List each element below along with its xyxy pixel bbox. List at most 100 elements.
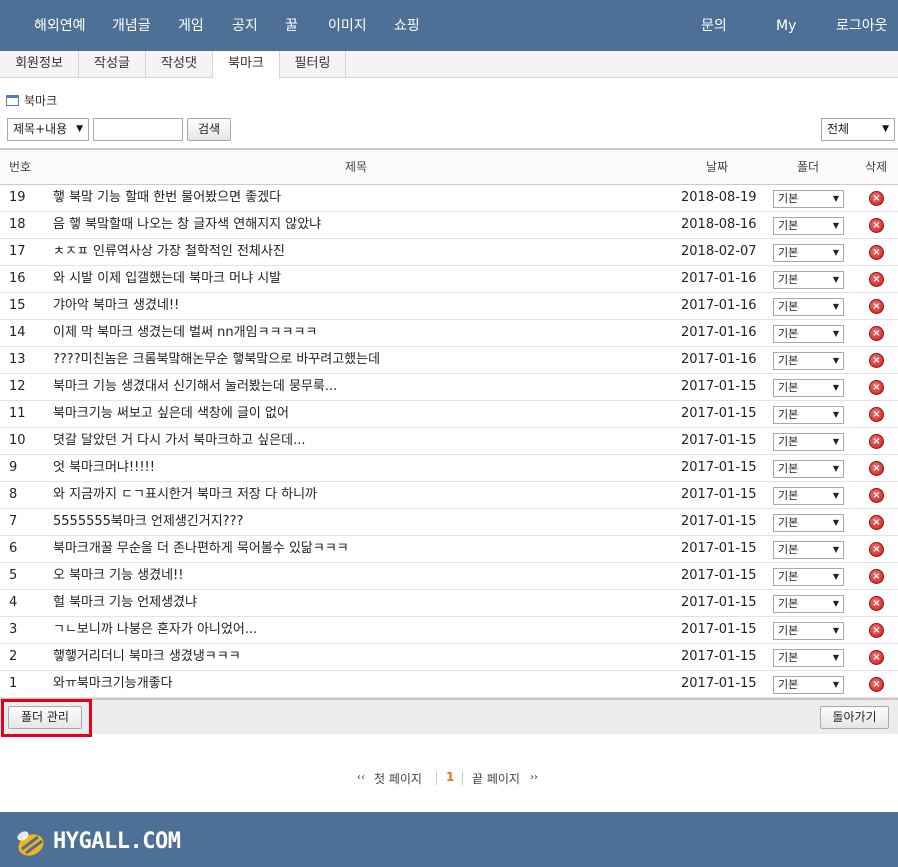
tab-my-posts[interactable]: 작성글: [79, 51, 146, 78]
row-title-link[interactable]: 북마크개꿀 무순을 더 존나편하게 묵어볼수 있닮ㅋㅋㅋ: [53, 536, 653, 562]
delete-icon[interactable]: ×: [869, 299, 884, 314]
row-folder-value: 기본: [778, 543, 799, 556]
delete-icon[interactable]: ×: [869, 353, 884, 368]
delete-icon[interactable]: ×: [869, 407, 884, 422]
row-title-link[interactable]: 오 북마크 기능 생겼네!!: [53, 563, 653, 589]
row-date: 2017-01-15: [681, 622, 757, 637]
row-title-link[interactable]: 와 시발 이제 입갤했는데 북마크 머냐 시발: [53, 266, 653, 292]
tab-my-comments[interactable]: 작성댓: [146, 51, 213, 78]
caret-down-icon: ▼: [832, 329, 839, 338]
row-folder-value: 기본: [778, 624, 799, 637]
row-folder-select[interactable]: 기본 ▼: [773, 379, 844, 397]
search-button[interactable]: 검색: [187, 118, 231, 141]
first-page-link[interactable]: 첫 페이지: [374, 770, 422, 787]
table-row: 19 햏 북맠 기능 할때 한번 물어봤으면 좋겠다 2018-08-19 기본 ▼ ×: [0, 185, 898, 212]
delete-icon[interactable]: ×: [869, 569, 884, 584]
delete-icon[interactable]: ×: [869, 272, 884, 287]
nav-item-inquiry[interactable]: 문의: [701, 0, 727, 51]
delete-icon[interactable]: ×: [869, 218, 884, 233]
caret-down-icon: ▼: [832, 518, 839, 527]
table-row: 5 오 북마크 기능 생겼네!! 2017-01-15 기본 ▼ ×: [0, 563, 898, 590]
search-input[interactable]: [93, 118, 183, 141]
delete-icon[interactable]: ×: [869, 191, 884, 206]
nav-item-my[interactable]: My: [776, 0, 796, 51]
row-folder-select[interactable]: 기본 ▼: [773, 298, 844, 316]
row-folder-select[interactable]: 기본 ▼: [773, 514, 844, 532]
row-folder-select[interactable]: 기본 ▼: [773, 352, 844, 370]
row-folder-select[interactable]: 기본 ▼: [773, 622, 844, 640]
row-folder-select[interactable]: 기본 ▼: [773, 460, 844, 478]
row-title-link[interactable]: ????미친놈은 크롬북맠해논무순 햏북맠으로 바꾸려고했는데: [53, 347, 653, 373]
row-folder-value: 기본: [778, 435, 799, 448]
row-title-link[interactable]: 헐 북마크 기능 언제생겼냐: [53, 590, 653, 616]
row-title-link[interactable]: 와 지금까지 ㄷㄱ표시한거 북마크 저장 다 하니까: [53, 482, 653, 508]
row-folder-select[interactable]: 기본 ▼: [773, 325, 844, 343]
row-title-link[interactable]: ㅊㅈㅍ 인류역사상 가장 철학적인 전체사진: [53, 239, 653, 265]
site-logo-text[interactable]: HYGALL.COM: [53, 829, 181, 854]
row-title-link[interactable]: 음 햏 북맠할때 나오는 창 글자색 연해지지 않았냐: [53, 212, 653, 238]
row-folder-select[interactable]: 기본 ▼: [773, 406, 844, 424]
row-title-link[interactable]: 뎟갈 달았던 거 다시 가서 북마크하고 싶은데...: [53, 428, 653, 454]
tab-bookmarks[interactable]: 북마크: [213, 51, 280, 79]
row-title-link[interactable]: 햏햏거리더니 북마크 생겼냉ㅋㅋㅋ: [53, 644, 653, 670]
col-date: 날짜: [706, 160, 729, 174]
nav-item-honey[interactable]: 꿀: [285, 0, 298, 51]
delete-icon[interactable]: ×: [869, 434, 884, 449]
delete-icon[interactable]: ×: [869, 677, 884, 692]
row-title-link[interactable]: 북마크 기능 생겼대서 신기해서 눌러봤는데 뭉무룩...: [53, 374, 653, 400]
table-row: 8 와 지금까지 ㄷㄱ표시한거 북마크 저장 다 하니까 2017-01-15 기본 ▼…: [0, 482, 898, 509]
row-title-link[interactable]: 햏 북맠 기능 할때 한번 물어봤으면 좋겠다: [53, 185, 653, 211]
delete-icon[interactable]: ×: [869, 380, 884, 395]
delete-icon[interactable]: ×: [869, 542, 884, 557]
row-folder-select[interactable]: 기본 ▼: [773, 649, 844, 667]
last-page-arrow-icon[interactable]: ››: [530, 772, 538, 783]
row-title-link[interactable]: 와ㅠ북마크기능개좋다: [53, 671, 653, 697]
nav-item-notice[interactable]: 공지: [232, 0, 258, 51]
first-page-arrow-icon[interactable]: ‹‹: [357, 772, 365, 783]
delete-icon[interactable]: ×: [869, 245, 884, 260]
nav-item-celebrity[interactable]: 해외연예: [34, 0, 86, 51]
delete-icon[interactable]: ×: [869, 461, 884, 476]
nav-item-concept[interactable]: 개념글: [112, 0, 151, 51]
row-date: 2017-01-16: [681, 352, 757, 367]
row-folder-select[interactable]: 기본 ▼: [773, 433, 844, 451]
back-button[interactable]: 돌아가기: [820, 706, 889, 729]
row-title-link[interactable]: 북마크기능 써보고 싶은데 색창에 글이 없어: [53, 401, 653, 427]
current-page[interactable]: 1: [446, 770, 454, 784]
row-folder-select[interactable]: 기본 ▼: [773, 244, 844, 262]
row-folder-select[interactable]: 기본 ▼: [773, 217, 844, 235]
delete-icon[interactable]: ×: [869, 596, 884, 611]
row-date: 2017-01-15: [681, 649, 757, 664]
row-title-link[interactable]: 갸아악 북마크 생겼네!!: [53, 293, 653, 319]
row-title-link[interactable]: 엇 북마크머냐!!!!!: [53, 455, 653, 481]
nav-item-shopping[interactable]: 쇼핑: [394, 0, 420, 51]
row-folder-select[interactable]: 기본 ▼: [773, 190, 844, 208]
last-page-link[interactable]: 끝 페이지: [472, 770, 520, 787]
delete-icon[interactable]: ×: [869, 650, 884, 665]
row-folder-select[interactable]: 기본 ▼: [773, 541, 844, 559]
row-title-link[interactable]: 5555555북마크 언제생긴거지???: [53, 509, 653, 535]
row-folder-select[interactable]: 기본 ▼: [773, 568, 844, 586]
nav-item-game[interactable]: 게임: [178, 0, 204, 51]
row-folder-select[interactable]: 기본 ▼: [773, 676, 844, 694]
delete-icon[interactable]: ×: [869, 326, 884, 341]
table-row: 2 햏햏거리더니 북마크 생겼냉ㅋㅋㅋ 2017-01-15 기본 ▼ ×: [0, 644, 898, 671]
table-row: 3 ㄱㄴ보니까 나붕은 혼자가 아니었어... 2017-01-15 기본 ▼ ×: [0, 617, 898, 644]
row-folder-value: 기본: [778, 273, 799, 286]
row-number: 10: [9, 433, 26, 448]
row-title-link[interactable]: 이제 막 북마크 생겼는데 벌써 nn개임ㅋㅋㅋㅋㅋ: [53, 320, 653, 346]
search-scope-select[interactable]: 제목+내용 ▼: [7, 118, 89, 141]
row-title-link[interactable]: ㄱㄴ보니까 나붕은 혼자가 아니었어...: [53, 617, 653, 643]
delete-icon[interactable]: ×: [869, 515, 884, 530]
delete-icon[interactable]: ×: [869, 488, 884, 503]
nav-item-logout[interactable]: 로그아웃: [836, 0, 888, 51]
row-folder-select[interactable]: 기본 ▼: [773, 487, 844, 505]
nav-item-images[interactable]: 이미지: [328, 0, 367, 51]
row-folder-select[interactable]: 기본 ▼: [773, 595, 844, 613]
tab-member-info[interactable]: 회원정보: [0, 51, 79, 78]
row-number: 9: [9, 460, 18, 475]
category-filter-select[interactable]: 전체 ▼: [821, 118, 895, 141]
delete-icon[interactable]: ×: [869, 623, 884, 638]
tab-filtering[interactable]: 필터링: [280, 51, 346, 78]
row-folder-select[interactable]: 기본 ▼: [773, 271, 844, 289]
